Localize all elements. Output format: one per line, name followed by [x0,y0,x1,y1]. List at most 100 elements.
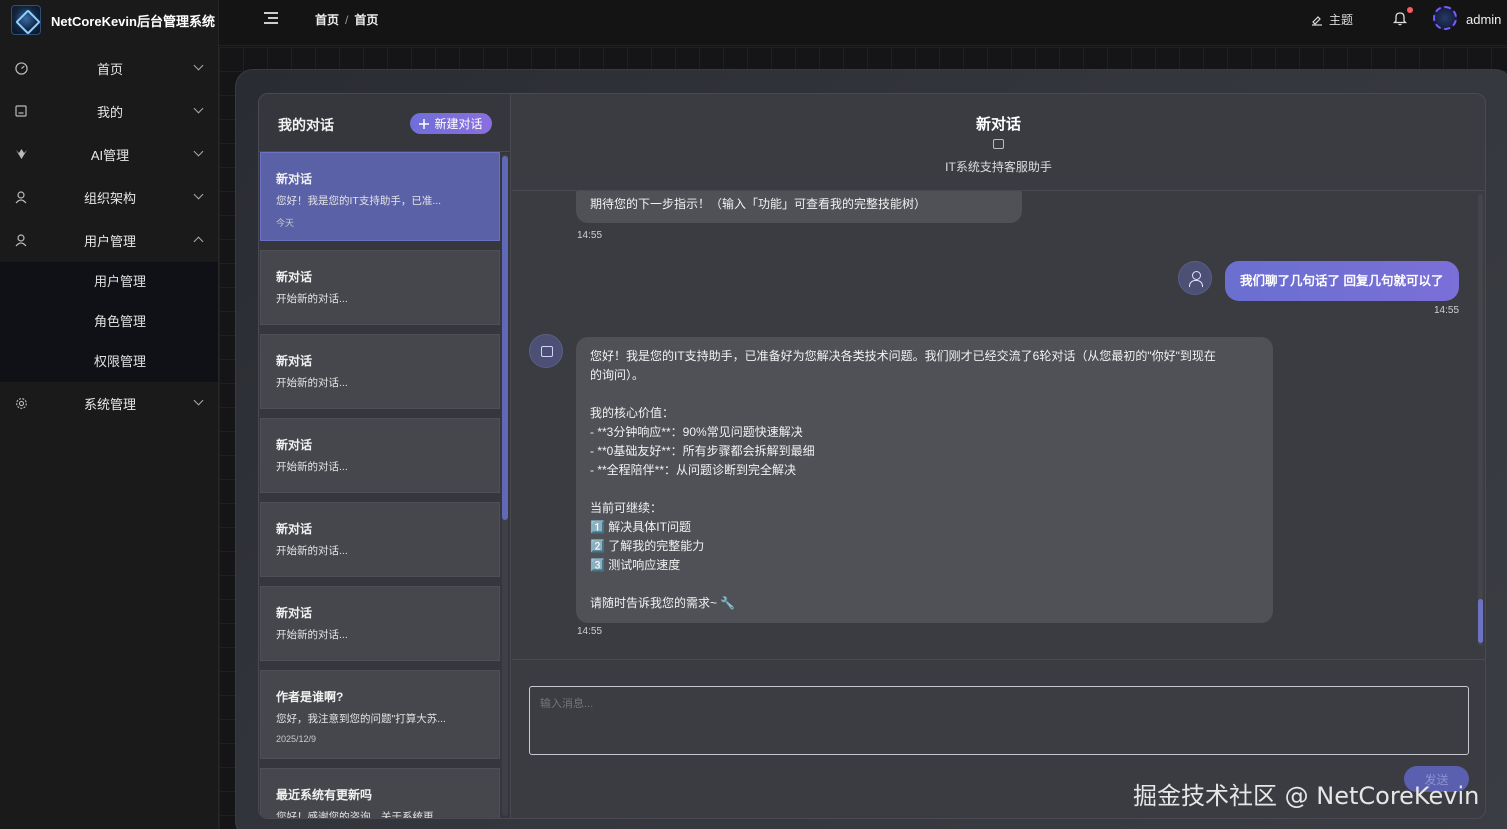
conversation-item-preview: 开始新的对话... [276,461,348,473]
breadcrumb-item: 首页 [354,13,379,27]
message-list: 期待您的下一步指示！（输入「功能」可查看我的完整技能树） 14:55 我们聊了几… [512,191,1485,659]
bot-message-line: 1️⃣ 解决具体IT问题 [590,520,691,534]
breadcrumb-item[interactable]: 首页 [315,13,339,27]
bot-message-line: 当前可继续： [590,501,663,515]
chat-title: 新对话 [975,116,1021,133]
breadcrumb: 首页 / 首页 [315,11,378,28]
user-message-text: 我们聊了几句话了 回复几句就可以了 [1240,274,1444,288]
watermark: 掘金技术社区 @ NetCoreKevin [1133,782,1480,810]
sidebar-menu: 首页 我的 AI管理 组织架构 用户管理 用户管理 角色管理 权限管理 系统管理 [0,47,218,425]
conversation-item-time: 2025/12/9 [276,734,317,744]
conversation-item-title: 新对话 [276,522,313,536]
conversation-item[interactable]: 最近系统有更新吗 您好！感谢您的咨询。关于系统更... [260,768,500,818]
sidebar-item-system[interactable]: 系统管理 [0,382,218,425]
breadcrumb-separator: / [345,13,349,27]
sidebar-item-ai[interactable]: AI管理 [0,133,218,176]
conversation-item-title: 新对话 [276,438,313,452]
sidebar-item-home[interactable]: 首页 [0,47,218,90]
conversation-item[interactable]: 作者是谁啊? 您好，我注意到您的问题"打算大苏... 2025/12/9 [260,670,500,759]
sidebar-item-label: 首页 [96,62,123,77]
bot-message-line: - **0基础友好**：所有步骤都会拆解到最细 [590,444,815,458]
sidebar-item-mine[interactable]: 我的 [0,90,218,133]
conversation-item-title: 新对话 [276,606,313,620]
conversation-item-preview: 开始新的对话... [276,293,348,305]
conversation-item-preview: 开始新的对话... [276,629,348,641]
conversation-item-title: 新对话 [276,270,313,284]
conversation-panel: 我的对话 新建对话 新对话 您好！我是您的IT支持助手，已准... 今天 新对话… [259,94,511,818]
bot-message-line: - **全程陪伴**：从问题诊断到完全解决 [590,463,797,477]
conversation-item-preview: 开始新的对话... [276,545,348,557]
topbar: 首页 / 首页 主题 admin [219,0,1507,46]
message-input[interactable] [529,686,1469,755]
bell-icon[interactable] [1393,10,1407,26]
notification-dot [1407,7,1413,13]
bot-message-line [590,575,1259,594]
bot-message-line: 您好！我是您的IT支持助手，已准备好为您解决各类技术问题。我们刚才已经交流了6轮… [590,349,1216,363]
user-message: 我们聊了几句话了 回复几句就可以了 [1225,261,1459,301]
brand: NetCoreKevin后台管理系统 [0,0,218,40]
username[interactable]: admin [1466,12,1501,27]
conversation-item-title: 新对话 [276,172,313,186]
conversation-item-title: 新对话 [276,354,313,368]
message-time: 14:55 [1434,305,1460,316]
scrollbar-thumb[interactable] [1478,599,1483,643]
sidebar-item-label: 用户管理 [83,234,136,249]
bot-message-line: 请随时告诉我您的需求~ 🔧 [590,596,736,610]
bot-message-line: 我的核心价值： [590,406,675,420]
conversation-item-title: 最近系统有更新吗 [276,788,373,802]
conversation-item-preview: 您好！我是您的IT支持助手，已准... [276,195,442,207]
theme-button[interactable]: 主题 [1311,11,1353,28]
message-time: 14:55 [577,230,603,241]
message-scrollbar[interactable] [1478,194,1483,646]
bot-message-line: - **3分钟响应**：90%常见问题快速解决 [590,425,803,439]
chat-main: 新对话 IT系统支持客服助手 期待您的下一步指示！（输入「功能」可查看我的完整技… [512,94,1485,818]
conversation-item-preview: 您好！感谢您的咨询。关于系统更... [276,811,443,818]
chat-card: 我的对话 新建对话 新对话 您好！我是您的IT支持助手，已准... 今天 新对话… [258,93,1486,819]
submenu-user-mgmt: 用户管理 角色管理 权限管理 [0,262,218,382]
conversation-title: 我的对话 [278,117,334,133]
bot-message-line [590,480,1259,499]
logo [11,5,41,35]
avatar[interactable] [1433,6,1457,30]
plus-icon [419,118,430,129]
conversation-item[interactable]: 新对话 开始新的对话... [260,418,500,493]
bot-message-line: 3️⃣ 测试响应速度 [590,558,681,572]
conversation-list: 新对话 您好！我是您的IT支持助手，已准... 今天 新对话 开始新的对话...… [259,152,511,818]
bot-message-text: 期待您的下一步指示！（输入「功能」可查看我的完整技能树） [590,197,927,211]
sidebar-item-label: AI管理 [90,148,130,163]
sidebar-item-label: 系统管理 [83,397,136,412]
new-conversation-label: 新建对话 [434,117,483,131]
chat-subtitle: IT系统支持客服助手 [945,160,1052,174]
conversation-header: 我的对话 新建对话 [259,94,510,152]
scrollbar-thumb[interactable] [502,156,508,520]
submenu-item-permissions[interactable]: 权限管理 [0,342,218,382]
robot-icon [993,139,1004,149]
theme-label: 主题 [1329,13,1354,27]
conversation-item[interactable]: 新对话 开始新的对话... [260,586,500,661]
conversation-item[interactable]: 新对话 开始新的对话... [260,502,500,577]
conversation-item[interactable]: 新对话 您好！我是您的IT支持助手，已准... 今天 [260,152,500,241]
bot-message-line: 的询问）。 [590,368,645,382]
main-content: 我的对话 新建对话 新对话 您好！我是您的IT支持助手，已准... 今天 新对话… [219,47,1507,829]
sidebar-item-label: 组织架构 [83,191,136,206]
user-avatar [1178,261,1212,295]
bot-avatar [529,334,563,368]
message-time: 14:55 [577,626,603,637]
submenu-item-roles[interactable]: 角色管理 [0,302,218,342]
conversation-item-preview: 开始新的对话... [276,377,348,389]
menu-collapse-icon[interactable] [264,11,280,25]
brand-title: NetCoreKevin后台管理系统 [51,13,215,29]
conversation-scrollbar[interactable] [502,154,508,816]
sidebar-item-org[interactable]: 组织架构 [0,176,218,219]
new-conversation-button[interactable]: 新建对话 [410,113,492,134]
conversation-item[interactable]: 新对话 开始新的对话... [260,334,500,409]
sidebar-item-label: 我的 [96,105,123,120]
conversation-item-preview: 您好，我注意到您的问题"打算大苏... [276,713,446,725]
bot-message-line: 2️⃣ 了解我的完整能力 [590,539,705,553]
bot-message-line [590,385,1259,404]
conversation-item[interactable]: 新对话 开始新的对话... [260,250,500,325]
bot-message: 您好！我是您的IT支持助手，已准备好为您解决各类技术问题。我们刚才已经交流了6轮… [576,337,1273,623]
sidebar-item-user-mgmt[interactable]: 用户管理 [0,219,218,262]
submenu-item-users[interactable]: 用户管理 [0,262,218,302]
conversation-item-title: 作者是谁啊? [276,690,344,704]
